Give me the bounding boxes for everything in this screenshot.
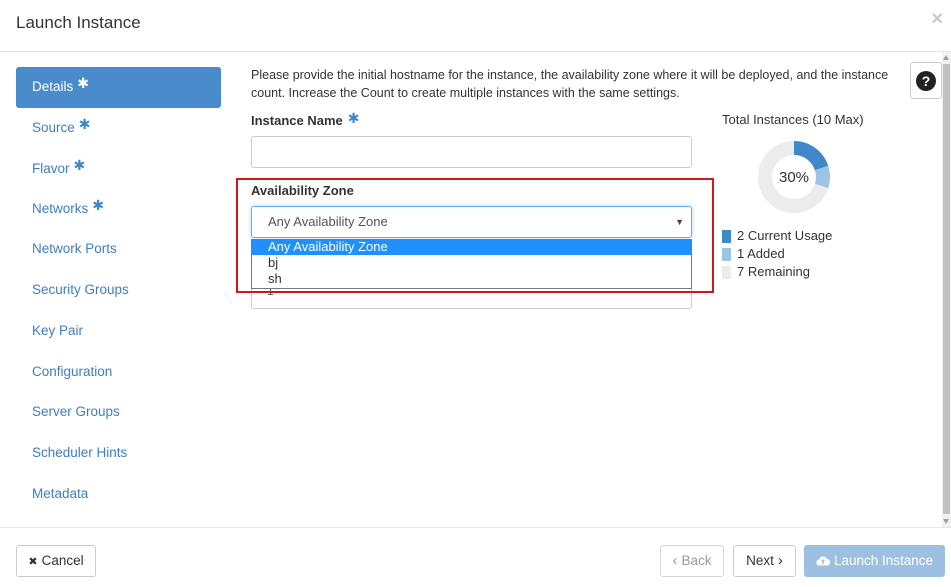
next-button-label: Next <box>746 553 774 568</box>
required-icon: ✱ <box>73 156 86 173</box>
back-button-label: Back <box>681 553 712 568</box>
close-icon: ✖ <box>28 556 38 568</box>
donut-percent-label: 30% <box>779 169 809 186</box>
legend-swatch <box>722 265 731 279</box>
sidebar-item-source[interactable]: Source ✱ <box>16 108 221 149</box>
cancel-button-label: Cancel <box>41 553 84 568</box>
legend-item-added: 1 Added <box>722 245 832 263</box>
donut-added-arc <box>814 165 830 189</box>
required-icon: ✱ <box>92 197 104 214</box>
legend-swatch <box>722 247 731 261</box>
quota-title: Total Instances (10 Max) <box>722 112 864 127</box>
required-icon: ✱ <box>347 110 360 126</box>
sidebar-item-label: Details <box>32 79 74 94</box>
sidebar-item-security-groups[interactable]: Security Groups <box>16 271 221 312</box>
legend-label: 2 Current Usage <box>737 228 833 243</box>
sidebar-item-key-pair[interactable]: Key Pair <box>16 312 221 353</box>
sidebar-item-details[interactable]: Details ✱ <box>16 67 221 108</box>
sidebar-item-label: Metadata <box>32 485 89 501</box>
sidebar-item-label: Server Groups <box>32 404 120 420</box>
legend-swatch <box>722 229 731 243</box>
scroll-down-arrow-icon[interactable] <box>943 519 949 524</box>
required-icon: ✱ <box>77 75 89 91</box>
sidebar-item-metadata[interactable]: Metadata <box>16 475 221 516</box>
chevron-left-icon: ‹ <box>672 552 678 569</box>
legend-item-remaining: 7 Remaining <box>722 263 832 281</box>
question-circle-icon: ? <box>916 70 936 91</box>
sidebar-item-scheduler-hints[interactable]: Scheduler Hints <box>16 434 221 475</box>
wizard-sidebar: Details ✱ Source ✱ Flavor ✱ Networks ✱ Netwo… <box>16 67 221 516</box>
sidebar-item-networks[interactable]: Networks ✱ <box>16 189 221 230</box>
sidebar-item-server-groups[interactable]: Server Groups <box>16 393 221 434</box>
scrollbar-thumb[interactable] <box>943 64 950 514</box>
legend-label: 7 Remaining <box>737 264 810 279</box>
modal-header: Launch Instance × <box>0 0 951 52</box>
instance-name-input[interactable] <box>251 136 692 168</box>
quota-legend: 2 Current Usage 1 Added 7 Remaining <box>722 227 832 281</box>
sidebar-item-label: Network Ports <box>32 241 117 257</box>
next-button[interactable]: Next › <box>733 545 796 577</box>
close-icon[interactable]: × <box>931 9 943 29</box>
modal-title: Launch Instance <box>16 13 141 32</box>
sidebar-item-label: Configuration <box>32 363 113 379</box>
instances-quota-donut: 30% <box>758 141 830 213</box>
donut-current-usage-arc <box>793 141 829 171</box>
sidebar-item-flavor[interactable]: Flavor ✱ <box>16 149 221 190</box>
sidebar-item-network-ports[interactable]: Network Ports <box>16 230 221 271</box>
scroll-up-arrow-icon[interactable] <box>943 55 949 60</box>
legend-item-current-usage: 2 Current Usage <box>722 227 832 245</box>
sidebar-item-label: Key Pair <box>32 322 84 338</box>
form-description: Please provide the initial hostname for … <box>251 68 889 100</box>
sidebar-item-configuration[interactable]: Configuration <box>16 353 221 394</box>
sidebar-item-label: Source <box>32 119 75 135</box>
sidebar-item-label: Security Groups <box>32 281 129 297</box>
launch-instance-label: Launch Instance <box>833 553 934 568</box>
instance-name-label-text: Instance Name <box>251 113 343 128</box>
highlight-annotation-box <box>236 178 714 293</box>
instance-name-label: Instance Name ✱ <box>251 110 360 129</box>
chevron-right-icon: › <box>777 552 783 569</box>
sidebar-item-label: Networks <box>32 201 89 217</box>
sidebar-item-label: Flavor <box>32 160 70 176</box>
cancel-button[interactable]: ✖ Cancel <box>16 545 96 577</box>
legend-label: 1 Added <box>737 246 785 261</box>
scrollbar[interactable] <box>942 52 951 527</box>
launch-instance-button[interactable]: Launch Instance <box>804 545 945 577</box>
help-button[interactable]: ? <box>910 62 942 99</box>
back-button[interactable]: ‹ Back <box>660 545 724 577</box>
modal-footer: ✖ Cancel ‹ Back Next › Launch Instance <box>0 527 951 587</box>
cloud-upload-icon <box>816 556 831 566</box>
required-icon: ✱ <box>78 115 91 132</box>
sidebar-item-label: Scheduler Hints <box>32 445 128 461</box>
